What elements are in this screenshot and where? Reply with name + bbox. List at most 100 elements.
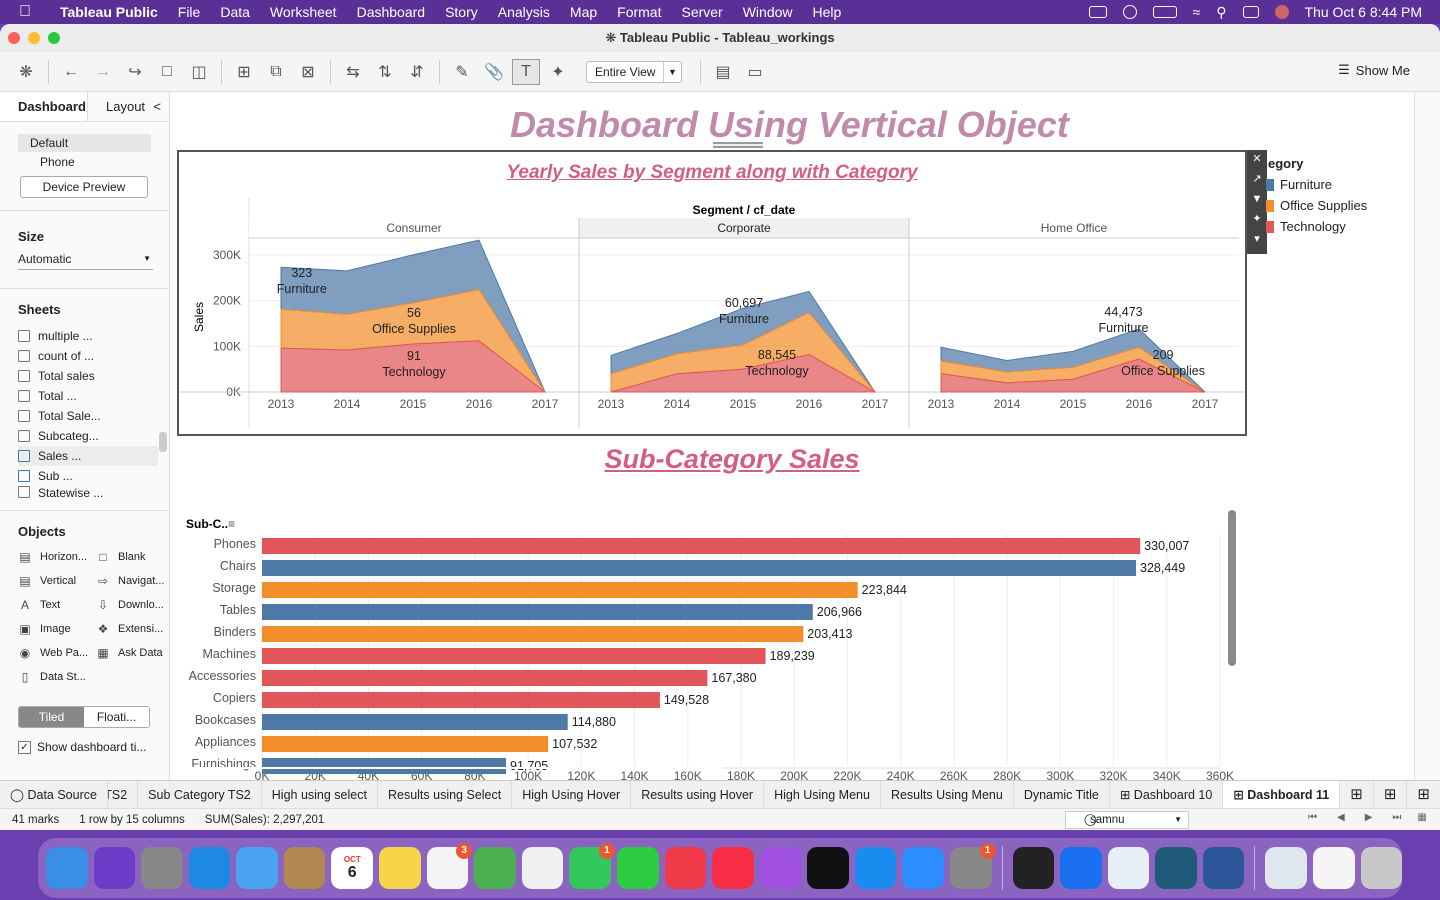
save-icon[interactable]: □: [153, 59, 181, 85]
go-to-sheet-icon[interactable]: ↗: [1247, 170, 1267, 190]
object-ask-data[interactable]: ▦ Ask Data: [96, 646, 162, 660]
sheet-item[interactable]: multiple ...: [18, 326, 158, 346]
tab-sheet[interactable]: Results using Hover: [631, 780, 765, 809]
object-vertical[interactable]: ▤ Vertical: [18, 574, 76, 588]
bluetooth-icon[interactable]: [1060, 847, 1102, 889]
facetime-icon[interactable]: [616, 847, 659, 889]
battery-icon[interactable]: [1152, 6, 1177, 18]
menu-worksheet[interactable]: Worksheet: [260, 4, 347, 20]
siri-icon[interactable]: [1274, 5, 1289, 19]
fit-view-select[interactable]: Entire View ▼: [586, 60, 682, 83]
reminders-icon[interactable]: 3: [426, 843, 473, 889]
sheet-item[interactable]: Total sales: [18, 366, 158, 386]
object-web-page[interactable]: ◉ Web Pa...: [18, 646, 88, 660]
trash-icon[interactable]: [1360, 847, 1403, 889]
object-image[interactable]: ▣ Image: [18, 622, 70, 636]
menu-window[interactable]: Window: [733, 4, 803, 20]
menu-server[interactable]: Server: [671, 4, 732, 20]
group-icon[interactable]: 📎: [480, 59, 508, 85]
siri-icon[interactable]: [93, 847, 136, 889]
labels-icon[interactable]: T: [512, 58, 540, 85]
sheet-item[interactable]: Total ...: [18, 386, 158, 406]
clear-sheet-icon[interactable]: ⊠: [294, 59, 322, 85]
sheet-item[interactable]: Total Sale...: [18, 406, 158, 426]
clock[interactable]: Thu Oct 6 8:44 PM: [1305, 4, 1423, 20]
first-page-icon[interactable]: ⏮: [1308, 812, 1317, 823]
bar[interactable]: [262, 736, 549, 752]
legend-item[interactable]: Office Supplies: [1266, 198, 1367, 213]
tab-layout[interactable]: Layout: [88, 92, 145, 121]
user-menu[interactable]: ◯ samnu ▼: [1065, 811, 1189, 829]
next-page-icon[interactable]: ▶: [1365, 812, 1373, 823]
object-text[interactable]: A Text: [18, 598, 60, 612]
floating-toggle[interactable]: Floati...: [84, 707, 149, 727]
calendar-icon[interactable]: OCT 6: [331, 847, 374, 889]
terminal-icon[interactable]: [1012, 847, 1055, 889]
bar[interactable]: [262, 670, 708, 686]
remove-icon[interactable]: ✕: [1247, 150, 1267, 170]
menu-story[interactable]: Story: [435, 4, 488, 20]
new-story-icon[interactable]: ⊞: [1407, 781, 1440, 809]
photos-icon[interactable]: [521, 847, 564, 889]
sort-descending-icon[interactable]: ⇵: [403, 59, 431, 85]
sheet-item[interactable]: Sales ...: [18, 446, 158, 466]
search-icon[interactable]: ⚲: [1216, 4, 1226, 21]
sheets-scrollbar[interactable]: [159, 432, 167, 452]
document-icon[interactable]: [1313, 847, 1355, 889]
menu-map[interactable]: Map: [560, 4, 607, 20]
filter-icon[interactable]: ▼: [1247, 190, 1267, 210]
drag-handle[interactable]: [713, 142, 763, 148]
messages-icon[interactable]: 1: [569, 843, 615, 889]
bar[interactable]: [262, 648, 766, 664]
screen-record-icon[interactable]: [1088, 6, 1107, 18]
tab-sheet[interactable]: High using select: [262, 780, 378, 809]
bar-chart-scrollbar[interactable]: [1228, 510, 1236, 666]
tv-icon[interactable]: [807, 847, 849, 889]
undo-icon[interactable]: ←: [57, 59, 85, 85]
sheet-item[interactable]: count of ...: [18, 346, 158, 366]
contacts-icon[interactable]: [283, 847, 326, 889]
grid-view-icon[interactable]: ▦: [1417, 812, 1426, 823]
object-extension[interactable]: ❖ Extensi...: [96, 622, 164, 636]
bar[interactable]: [262, 626, 804, 642]
redo-icon[interactable]: →: [89, 59, 117, 85]
tab-sheet[interactable]: Results using Select: [378, 780, 513, 809]
menu-format[interactable]: Format: [607, 4, 671, 20]
news-icon[interactable]: [664, 847, 707, 889]
show-cards-icon[interactable]: ▤: [709, 59, 737, 85]
wifi-icon[interactable]: ≈: [1193, 4, 1201, 20]
sheet-item[interactable]: Sub ...: [18, 466, 158, 486]
tab-sheet[interactable]: egory TS2: [108, 780, 139, 809]
zoom-icon[interactable]: [902, 847, 944, 889]
tab-data-source[interactable]: ◯ Data Source: [0, 780, 108, 809]
sheet-item[interactable]: Subcateg...: [18, 426, 158, 446]
show-me-button[interactable]: ☰ Show Me: [1338, 62, 1410, 78]
tab-sheet[interactable]: Dynamic Title: [1014, 780, 1110, 809]
object-download[interactable]: ⇩ Downlo...: [96, 598, 164, 612]
area-chart-container[interactable]: Yearly Sales by Segment along with Categ…: [177, 142, 1247, 436]
close-window-button[interactable]: [8, 32, 20, 44]
zoom-window-button[interactable]: [48, 32, 60, 44]
size-select[interactable]: Automatic ▼: [18, 248, 153, 270]
legend-item[interactable]: Technology: [1266, 219, 1367, 234]
new-dashboard-icon[interactable]: ⊞: [1374, 780, 1408, 809]
pin-icon[interactable]: ✦: [544, 59, 572, 85]
bar[interactable]: [262, 604, 813, 620]
sql-file-icon[interactable]: [1265, 847, 1307, 889]
tableau-icon[interactable]: [1107, 847, 1150, 889]
menu-dashboard[interactable]: Dashboard: [347, 4, 436, 20]
tab-dashboard-10[interactable]: ⊞ Dashboard 10: [1110, 780, 1224, 809]
mail-icon[interactable]: [236, 847, 278, 889]
music-icon[interactable]: [712, 847, 754, 889]
tab-sheet[interactable]: Sub Category TS2: [138, 780, 262, 809]
launchpad-icon[interactable]: [141, 847, 183, 889]
show-title-checkbox[interactable]: ✓: [18, 740, 31, 754]
podcasts-icon[interactable]: [759, 847, 802, 889]
sort-ascending-icon[interactable]: ⇅: [371, 59, 399, 85]
app-store-icon[interactable]: [854, 847, 897, 889]
system-preferences-icon[interactable]: 1: [949, 843, 996, 889]
maps-icon[interactable]: [474, 847, 516, 889]
collapse-panel-icon[interactable]: <: [153, 92, 169, 121]
bar[interactable]: [262, 560, 1137, 576]
finder-icon[interactable]: [46, 847, 88, 889]
